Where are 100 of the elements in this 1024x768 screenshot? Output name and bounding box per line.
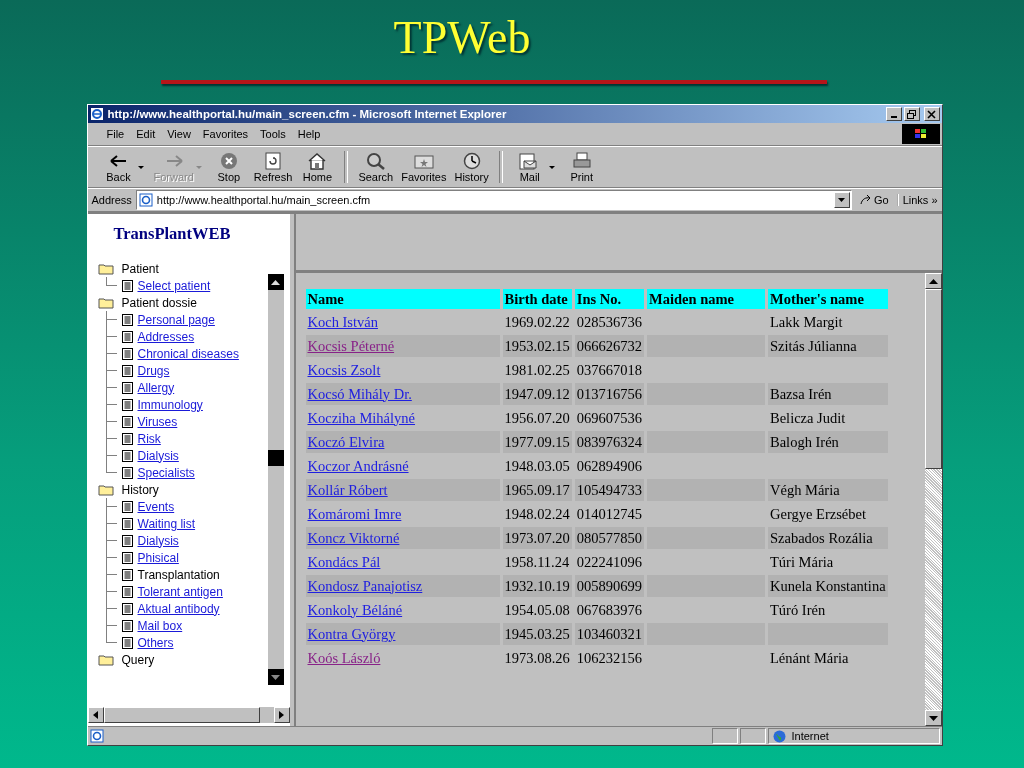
tree-folder[interactable]: Query <box>121 652 155 667</box>
menu-item[interactable]: Favorites <box>197 126 254 142</box>
tree-folder[interactable]: Patient dossie <box>121 295 197 310</box>
toolbar-button[interactable]: Stop <box>207 148 250 186</box>
table-cell: Balogh Irén <box>770 433 839 450</box>
tree-link[interactable]: Others <box>137 635 174 650</box>
table-cell: Túró Irén <box>770 601 826 618</box>
toolbar-button[interactable]: Mail <box>508 148 551 186</box>
table-cell: 103460321 <box>574 623 644 645</box>
patient-link[interactable]: Kondács Pál <box>307 553 381 570</box>
table-cell: 1947.09.12 <box>502 383 572 405</box>
table-cell: 1953.02.15 <box>502 335 572 357</box>
menu-item[interactable]: Help <box>292 126 326 142</box>
table-cell-text: 106232156 <box>575 648 643 668</box>
menu-item[interactable]: Tools <box>255 126 291 142</box>
tree-link[interactable]: Dialysis <box>137 448 179 463</box>
table-cell-text: 069607536 <box>575 408 643 428</box>
table-cell-text: 067683976 <box>575 600 643 620</box>
column-header: Birth date <box>502 289 572 309</box>
toolbar-button[interactable]: Home <box>296 148 339 186</box>
tree-link[interactable]: Select patient <box>137 278 211 293</box>
table-cell: Lakk Margit <box>770 313 843 330</box>
table-cell-text: 1973.08.26 <box>503 648 571 668</box>
table-cell: Bazsa Irén <box>770 385 832 402</box>
table-cell-text: 1948.03.05 <box>503 456 571 476</box>
tree-link[interactable]: Dialysis <box>137 533 179 548</box>
table-cell: Kunela Konstantina <box>770 577 886 594</box>
tree-link[interactable]: Immunology <box>137 397 203 412</box>
table-cell: 1945.03.25 <box>502 623 572 645</box>
table-cell-text: 1958.11.24 <box>503 552 571 572</box>
toolbar-button[interactable]: Refresh <box>249 148 297 186</box>
table-cell: 080577850 <box>574 527 644 549</box>
tree-link[interactable]: Allergy <box>137 380 175 395</box>
zone-label: Internet <box>791 730 829 742</box>
patient-link[interactable]: Konkoly Béláné <box>307 601 403 618</box>
table-cell: Túri Mária <box>770 553 834 570</box>
table-cell: Lénánt Mária <box>770 649 849 666</box>
tree-link[interactable]: Viruses <box>137 414 178 429</box>
column-header: Maiden name <box>647 289 765 309</box>
address-field[interactable]: http://www.healthportal.hu/main_screen.cfm <box>135 190 852 210</box>
tree-folder[interactable]: Patient <box>121 261 159 276</box>
column-header: Name <box>305 289 500 309</box>
menu-item[interactable]: Edit <box>131 126 161 142</box>
window-title: http://www.healthportal.hu/main_screen.cfm - Microsoft Internet Explorer <box>107 108 508 120</box>
table-cell-text: 022241096 <box>575 552 643 572</box>
tree-link[interactable]: Drugs <box>137 363 170 378</box>
menu-item[interactable]: File <box>101 126 130 142</box>
table-cell: 1965.09.17 <box>502 479 572 501</box>
patient-link[interactable]: Koch István <box>307 313 378 330</box>
table-cell-text: 1956.07.20 <box>503 408 571 428</box>
table-cell: 066626732 <box>574 335 644 357</box>
patient-link[interactable]: Kocsis Zsolt <box>307 361 381 378</box>
tree-link[interactable]: Phisical <box>137 550 179 565</box>
patient-link[interactable]: Koczor Andrásné <box>307 457 409 474</box>
table-cell: 013716756 <box>574 383 644 405</box>
toolbar-button[interactable]: Print <box>560 148 603 186</box>
table-cell: 105494733 <box>574 479 644 501</box>
tree-link[interactable]: Waiting list <box>137 516 196 531</box>
tree-folder[interactable]: History <box>121 482 159 497</box>
table-cell-text: 1969.02.22 <box>503 312 571 332</box>
table-cell: 005890699 <box>574 575 644 597</box>
table-cell: 1932.10.19 <box>502 575 572 597</box>
toolbar-button[interactable]: Search <box>354 148 398 186</box>
table-cell-text: 028536736 <box>575 312 643 332</box>
tree-item[interactable]: Transplantation <box>137 567 220 582</box>
table-cell-text: 014012745 <box>575 504 643 524</box>
address-label: Address <box>91 194 132 206</box>
table-cell: Belicza Judit <box>770 409 846 426</box>
tree-link[interactable]: Tolerant antigen <box>137 584 223 599</box>
tree-link[interactable]: Aktual antibody <box>137 601 220 616</box>
table-cell: Szabados Rozália <box>770 529 873 546</box>
table-cell: Szitás Júlianna <box>770 337 857 354</box>
slide-title: TPWeb <box>393 12 531 64</box>
table-cell: 083976324 <box>574 431 644 453</box>
table-cell: 1977.09.15 <box>502 431 572 453</box>
toolbar-button[interactable]: Back <box>97 148 140 186</box>
tree-link[interactable]: Personal page <box>137 312 215 327</box>
patient-link[interactable]: Kocziha Mihályné <box>307 409 415 426</box>
table-cell-text: 1981.02.25 <box>503 360 571 380</box>
toolbar-button[interactable]: Favorites <box>397 148 451 186</box>
patient-link[interactable]: Komáromi Imre <box>307 505 402 522</box>
tree-link[interactable]: Mail box <box>137 618 183 633</box>
patient-link[interactable]: Koós László <box>307 649 381 666</box>
toolbar-button[interactable]: History <box>450 148 493 186</box>
table-cell-text: 1948.02.24 <box>503 504 571 524</box>
tree-link[interactable]: Risk <box>137 431 161 446</box>
table-cell-text: 037667018 <box>575 360 643 380</box>
links-button[interactable]: Links » <box>896 194 938 206</box>
table-cell: Végh Mária <box>770 481 840 498</box>
tree-link[interactable]: Chronical diseases <box>137 346 239 361</box>
tree-link[interactable]: Addresses <box>137 329 195 344</box>
tree-link[interactable]: Specialists <box>137 465 195 480</box>
table-cell-text: 062894906 <box>575 456 643 476</box>
menu-item[interactable]: View <box>162 126 196 142</box>
go-button[interactable]: Go <box>855 194 893 206</box>
site-title: TransPlantWEB <box>112 223 232 245</box>
column-header: Ins No. <box>574 289 644 309</box>
table-cell: Gergye Erzsébet <box>770 505 866 522</box>
table-cell: 1973.07.20 <box>502 527 572 549</box>
tree-link[interactable]: Events <box>137 499 175 514</box>
